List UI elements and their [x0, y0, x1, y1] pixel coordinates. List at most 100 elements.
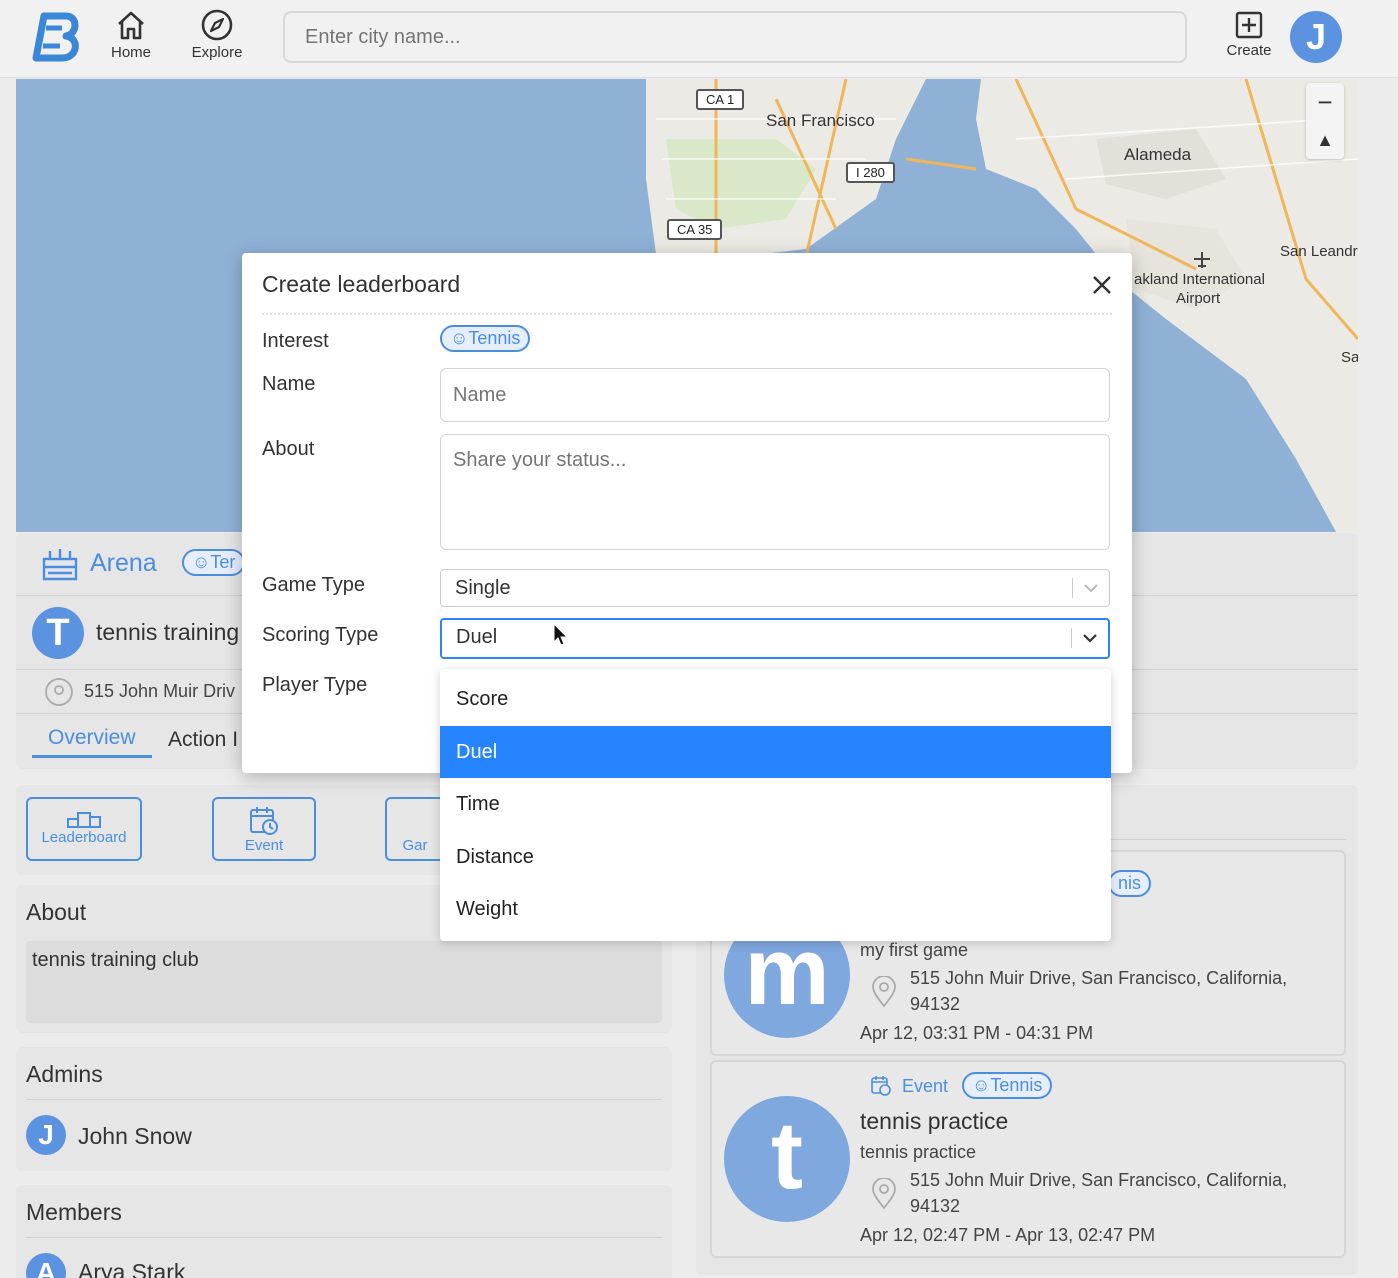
game-card-tag-label: nis — [1108, 870, 1152, 897]
game-type-label: Game Type — [262, 574, 366, 596]
podium-icon — [67, 812, 101, 828]
about-textarea[interactable] — [440, 434, 1110, 550]
game-icon — [399, 805, 431, 837]
stadium-icon — [42, 549, 78, 581]
map-zoom-control: − ▲ — [1306, 83, 1344, 159]
calendar-clock-icon — [250, 807, 278, 835]
scoring-type-label: Scoring Type — [262, 624, 379, 646]
home-icon — [118, 11, 144, 40]
road-sign-ca1: CA 1 — [696, 89, 745, 110]
admins-divider — [26, 1099, 662, 1100]
person-tag-icon: ☺ — [972, 1075, 991, 1095]
player-type-label: Player Type — [262, 674, 368, 696]
event-card[interactable]: Event ☺Tennis t tennis practice tennis p… — [710, 1060, 1346, 1258]
plus-square-icon — [1235, 11, 1263, 39]
about-text: tennis training club — [26, 941, 662, 1023]
leaderboard-button-label: Leaderboard — [41, 829, 127, 846]
scoring-option-time[interactable]: Time — [440, 778, 1111, 831]
app-logo-icon[interactable] — [32, 10, 82, 64]
members-panel: Members A Arya Stark — [16, 1185, 672, 1278]
select-separator — [1071, 628, 1072, 648]
select-separator — [1072, 578, 1073, 598]
member-name[interactable]: Arya Stark — [78, 1259, 185, 1278]
game-card-time: Apr 12, 03:31 PM - 04:31 PM — [860, 1023, 1094, 1043]
arena-interest-tag[interactable]: ☺Ter — [182, 549, 246, 576]
name-input[interactable] — [440, 368, 1110, 422]
game-type-value: Single — [455, 577, 511, 599]
leaderboard-button[interactable]: Leaderboard — [26, 797, 142, 861]
member-avatar: A — [26, 1253, 66, 1278]
event-button-label: Event — [244, 837, 284, 854]
city-search-input[interactable] — [283, 11, 1187, 63]
members-divider — [26, 1237, 662, 1238]
event-card-tag-label: Tennis — [990, 1075, 1043, 1095]
scoring-option-score[interactable]: Score — [440, 673, 1111, 726]
admin-avatar: J — [26, 1115, 66, 1155]
chevron-down-icon — [1083, 634, 1097, 643]
scoring-option-duel[interactable]: Duel — [440, 725, 1111, 778]
road-sign-i280: I 280 — [846, 162, 895, 183]
nav-home[interactable]: Home — [96, 8, 166, 61]
game-type-select[interactable]: Single — [440, 569, 1110, 607]
event-card-title: tennis practice — [860, 1108, 1009, 1134]
nav-home-label: Home — [110, 44, 151, 61]
arena-title: Arena — [90, 549, 157, 577]
game-button[interactable]: Gar — [385, 797, 445, 861]
game-card-address-line2: 94132 — [910, 994, 961, 1014]
tab-overview[interactable]: Overview — [48, 726, 136, 750]
about-title: About — [26, 899, 87, 925]
club-avatar: T — [32, 607, 84, 659]
event-card-address-line2: 94132 — [910, 1196, 961, 1216]
arena-interest-tag-label: Ter — [210, 552, 236, 572]
scoring-type-value: Duel — [456, 626, 498, 648]
map-label-airport-line2: Airport — [1176, 290, 1221, 307]
create-button[interactable]: Create — [1218, 10, 1280, 59]
top-bar: Home Explore Create J — [0, 0, 1398, 78]
members-title: Members — [26, 1199, 122, 1225]
nav-explore[interactable]: Explore — [182, 8, 252, 61]
user-avatar[interactable]: J — [1290, 11, 1342, 63]
airport-icon — [1194, 252, 1210, 268]
interest-tag[interactable]: ☺Tennis — [440, 325, 531, 352]
location-pin-icon — [872, 1178, 896, 1210]
tab-overview-underline — [32, 755, 152, 758]
scoring-type-select[interactable]: Duel — [440, 618, 1110, 659]
about-label: About — [262, 438, 315, 460]
modal-divider — [262, 313, 1112, 315]
interest-label: Interest — [262, 330, 329, 352]
location-pin-icon — [45, 678, 73, 706]
person-tag-icon: ☺ — [450, 328, 469, 348]
map-label-alameda: Alameda — [1124, 145, 1192, 164]
map-label-san-francisco: San Francisco — [766, 111, 875, 130]
road-sign-ca35: CA 35 — [667, 219, 723, 240]
scoring-option-distance[interactable]: Distance — [440, 831, 1111, 884]
map-label-san-leandro: San Leandr — [1280, 243, 1358, 260]
club-name: tennis training — [96, 619, 240, 645]
admin-name[interactable]: John Snow — [78, 1123, 192, 1150]
game-card-tag[interactable]: nis — [1108, 870, 1152, 897]
close-icon[interactable] — [1090, 273, 1114, 297]
game-card-subtitle: my first game — [860, 940, 969, 960]
zoom-out-button[interactable]: − — [1306, 83, 1344, 121]
event-card-address-line1: 515 John Muir Drive, San Francisco, Cali… — [910, 1170, 1288, 1190]
admins-panel: Admins J John Snow — [16, 1047, 672, 1171]
map-label-sa: Sa — [1341, 349, 1358, 366]
create-label: Create — [1226, 42, 1272, 59]
location-pin-icon — [872, 976, 896, 1008]
tab-action[interactable]: Action I — [168, 728, 238, 752]
scoring-option-weight[interactable]: Weight — [440, 883, 1111, 936]
mouse-cursor-icon — [553, 623, 569, 646]
chevron-down-icon — [1084, 584, 1098, 593]
game-card-address-line1: 515 John Muir Drive, San Francisco, Cali… — [910, 968, 1288, 988]
event-card-type: Event — [902, 1076, 949, 1096]
event-card-tag[interactable]: ☺Tennis — [962, 1072, 1053, 1099]
person-tag-icon: ☺ — [192, 552, 211, 572]
map-label-airport-line1: akland International — [1134, 271, 1265, 288]
compass-north-button[interactable]: ▲ — [1306, 121, 1344, 159]
compass-icon — [201, 9, 233, 41]
event-button[interactable]: Event — [212, 797, 316, 861]
event-card-subtitle: tennis practice — [860, 1142, 977, 1162]
name-label: Name — [262, 373, 316, 395]
modal-title: Create leaderboard — [262, 271, 461, 297]
admins-title: Admins — [26, 1061, 103, 1087]
